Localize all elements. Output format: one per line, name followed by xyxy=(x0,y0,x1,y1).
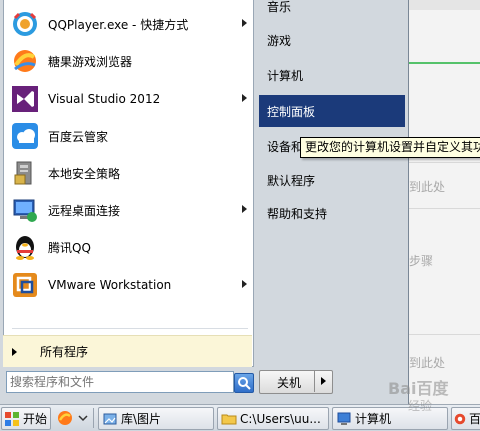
start-label: 开始 xyxy=(23,412,48,426)
taskbar-item-explorer[interactable]: C:\Users\uu... xyxy=(217,407,329,430)
vmware-icon xyxy=(10,270,40,300)
right-item-help[interactable]: 帮助和支持 xyxy=(259,197,405,229)
all-programs-label: 所有程序 xyxy=(40,345,89,359)
program-item-qqplayer[interactable]: QQPlayer.exe - 快捷方式 xyxy=(4,6,253,42)
security-policy-icon xyxy=(10,158,40,188)
folder-icon xyxy=(221,414,237,424)
candy-browser-icon[interactable] xyxy=(57,410,73,426)
background-window-header xyxy=(406,0,480,10)
search-field[interactable] xyxy=(6,371,234,393)
baidu-cloud-icon xyxy=(10,121,40,151)
candy-browser-icon xyxy=(10,46,40,76)
qqplayer-icon xyxy=(10,9,40,39)
program-item-candy-browser[interactable]: 糖果游戏浏览器 xyxy=(4,43,253,79)
search-input[interactable] xyxy=(7,374,210,390)
computer-icon xyxy=(337,412,351,425)
taskbar-divider xyxy=(93,408,94,428)
program-item-vmware[interactable]: VMware Workstation xyxy=(4,267,253,303)
right-item-control-panel[interactable]: 控制面板 xyxy=(259,95,405,127)
search-icon xyxy=(238,377,251,390)
watermark-subtext: 经验 xyxy=(408,399,433,413)
arrow-right-icon xyxy=(12,347,17,356)
shutdown-label: 关机 xyxy=(276,375,301,390)
arrow-right-icon xyxy=(321,377,326,385)
program-label: 远程桌面连接 xyxy=(48,203,121,218)
chevron-down-icon[interactable] xyxy=(75,410,91,426)
shutdown-options-button[interactable] xyxy=(314,370,332,392)
background-divider xyxy=(406,334,480,335)
windows-logo-icon xyxy=(5,411,19,426)
program-label: 本地安全策略 xyxy=(48,166,121,181)
background-divider xyxy=(406,208,480,209)
submenu-arrow-icon xyxy=(242,94,247,102)
background-text: 到此处 xyxy=(409,356,446,370)
library-icon xyxy=(103,413,117,424)
program-item-visual-studio[interactable]: Visual Studio 2012 xyxy=(4,81,253,117)
background-text: 到此处 xyxy=(409,180,446,194)
background-progress-line xyxy=(406,62,480,64)
right-item-default-programs[interactable]: 默认程序 xyxy=(259,164,405,196)
program-label: VMware Workstation xyxy=(48,278,172,292)
taskbar-item-library[interactable]: 库\图片 xyxy=(98,407,214,430)
watermark-text: Bai百度 xyxy=(388,379,449,398)
program-label: 糖果游戏浏览器 xyxy=(48,54,133,69)
program-label: Visual Studio 2012 xyxy=(48,92,161,106)
background-divider xyxy=(406,162,480,163)
background-window: 到此处 步骤 到此处 xyxy=(405,0,480,404)
start-button[interactable]: 开始 xyxy=(1,407,51,430)
background-text: 步骤 xyxy=(409,254,434,268)
submenu-arrow-icon xyxy=(242,205,247,213)
program-item-security-policy[interactable]: 本地安全策略 xyxy=(4,155,253,191)
programs-pane: QQPlayer.exe - 快捷方式 糖果游戏浏览器 Visual Studi… xyxy=(3,0,254,367)
program-label: 腾讯QQ xyxy=(48,240,91,255)
programs-divider xyxy=(12,328,248,329)
remote-desktop-icon xyxy=(10,195,40,225)
program-item-remote-desktop[interactable]: 远程桌面连接 xyxy=(4,192,253,228)
visual-studio-icon xyxy=(10,84,40,114)
program-item-baidu-cloud[interactable]: 百度云管家 xyxy=(4,118,253,154)
start-menu: QQPlayer.exe - 快捷方式 糖果游戏浏览器 Visual Studi… xyxy=(0,0,409,404)
submenu-arrow-icon xyxy=(242,19,247,27)
qq-penguin-icon xyxy=(10,232,40,262)
submenu-arrow-icon xyxy=(242,280,247,288)
program-label: 百度云管家 xyxy=(48,129,109,144)
all-programs-button[interactable]: 所有程序 xyxy=(3,335,252,367)
right-item-games[interactable]: 游戏 xyxy=(259,24,405,56)
watermark: Bai百度 经验 xyxy=(388,375,480,415)
tooltip: 更改您的计算机设置并自定义其功 xyxy=(300,137,480,158)
program-label: QQPlayer.exe - 快捷方式 xyxy=(48,17,189,32)
right-item-computer[interactable]: 计算机 xyxy=(259,59,405,91)
program-item-qq[interactable]: 腾讯QQ xyxy=(4,229,253,265)
search-button[interactable] xyxy=(234,373,254,393)
right-item-music[interactable]: 音乐 xyxy=(259,0,405,22)
